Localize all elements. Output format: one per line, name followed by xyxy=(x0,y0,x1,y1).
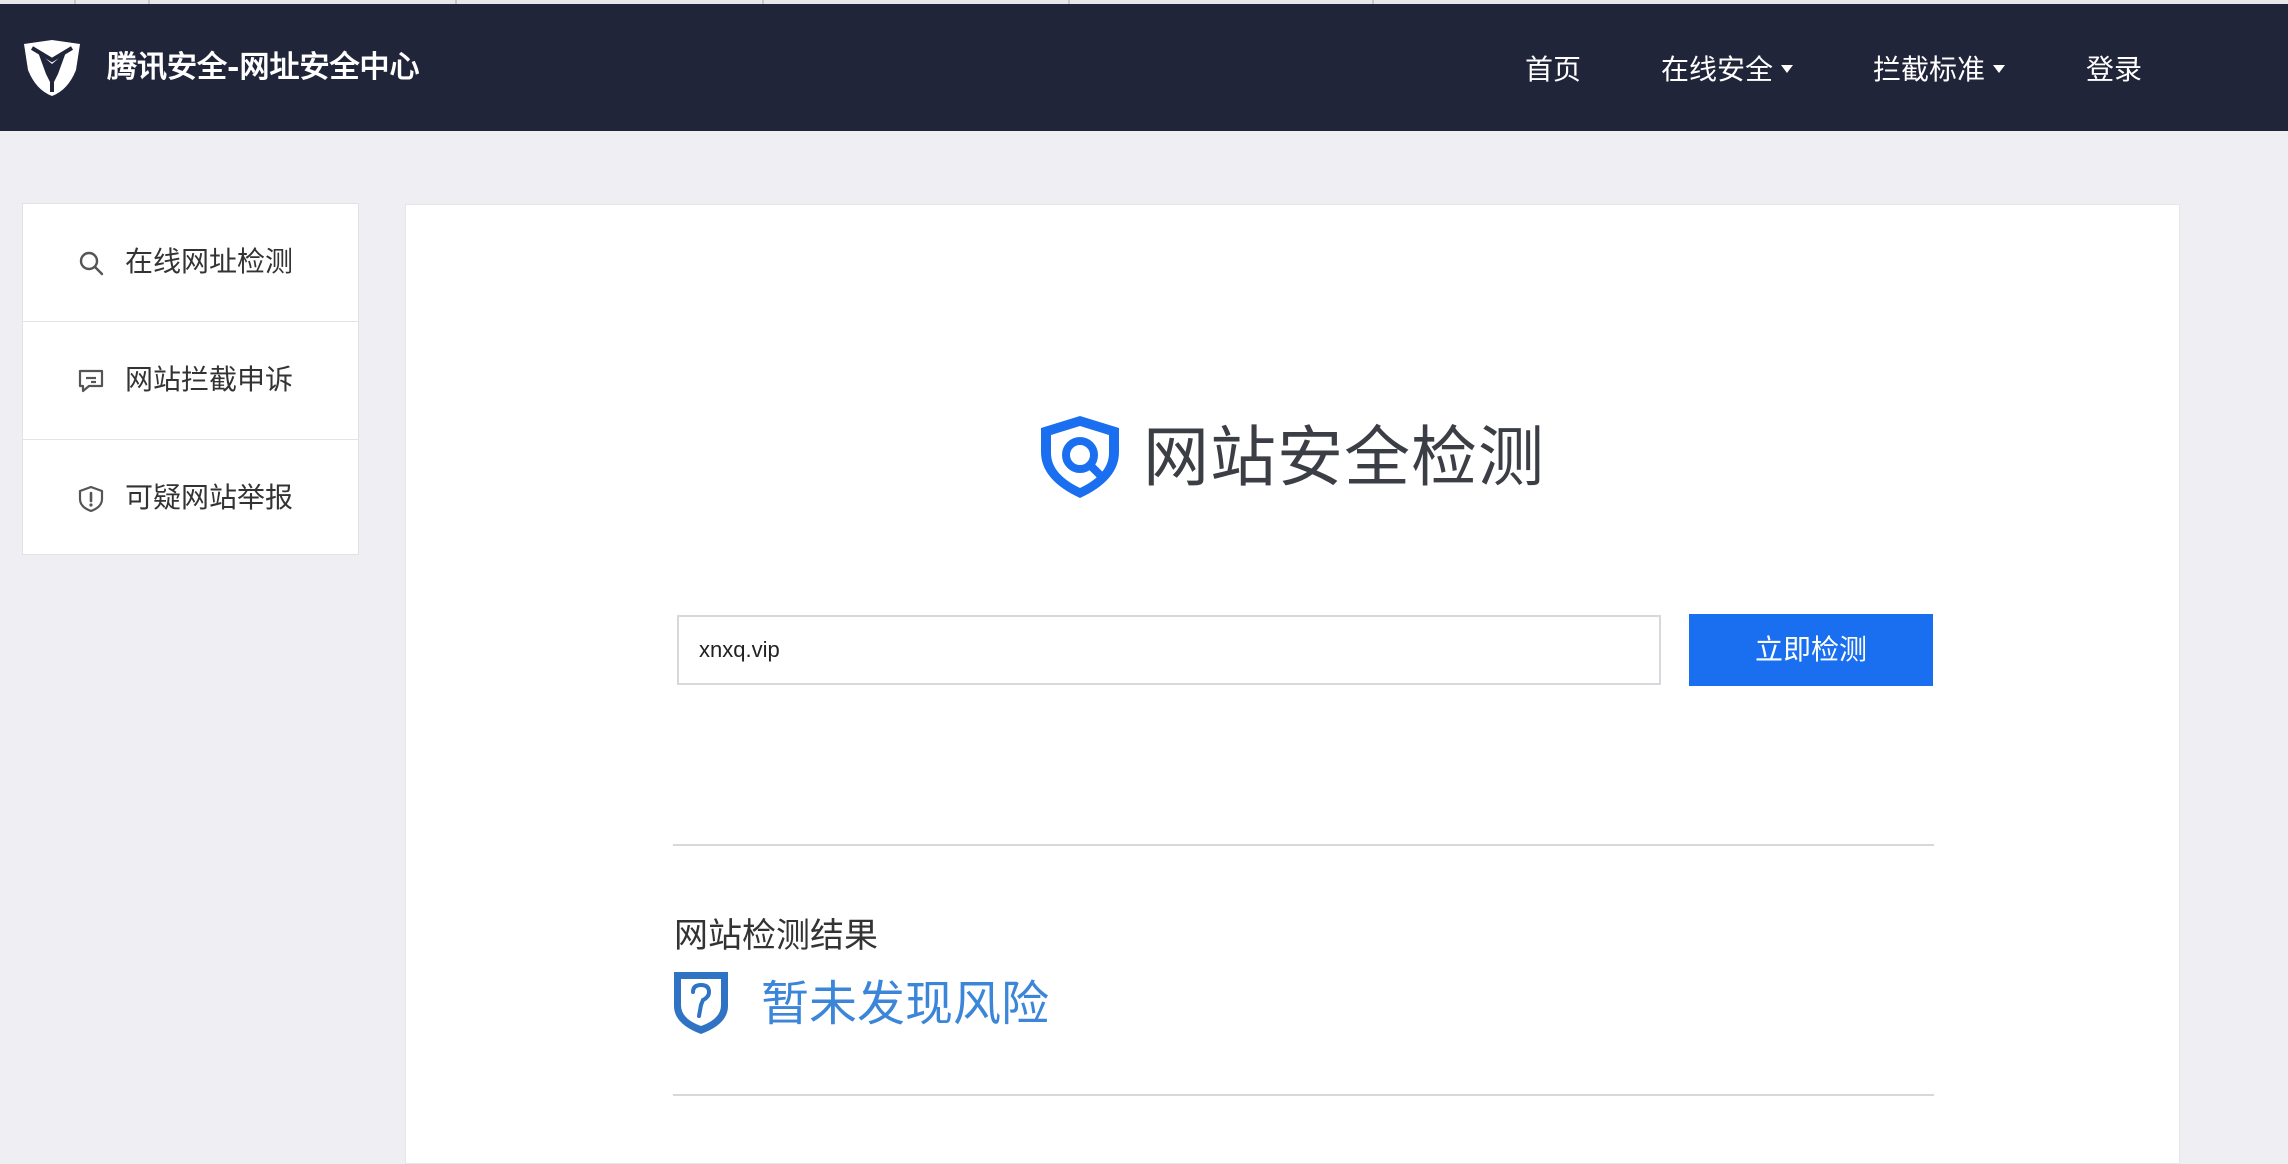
nav-item-label: 登录 xyxy=(2086,53,2143,86)
chevron-down-icon xyxy=(1993,65,2006,73)
divider xyxy=(673,844,1934,846)
sidebar-item-url-check[interactable]: 在线网址检测 xyxy=(23,204,358,321)
shield-alert-icon xyxy=(78,485,104,513)
site-header: 腾讯安全-网址安全中心 首页 在线安全 拦截标准 登录 xyxy=(0,4,2288,131)
sidebar: 在线网址检测 网站拦截申诉 可疑网站举报 xyxy=(22,203,359,555)
url-input[interactable] xyxy=(677,615,1661,685)
nav-item-login[interactable]: 登录 xyxy=(2086,52,2142,88)
message-icon xyxy=(78,369,104,393)
nav-item-online-security[interactable]: 在线安全 xyxy=(1661,52,1794,88)
page-title: 网站安全检测 xyxy=(1143,419,1545,496)
search-icon xyxy=(79,251,104,276)
tencent-security-logo-icon[interactable] xyxy=(18,34,86,100)
site-title[interactable]: 腾讯安全-网址安全中心 xyxy=(107,48,419,88)
sidebar-item-label: 可疑网站举报 xyxy=(125,481,294,514)
nav-item-label: 首页 xyxy=(1525,53,1582,86)
check-now-button[interactable]: 立即检测 xyxy=(1689,614,1933,686)
sidebar-item-report[interactable]: 可疑网站举报 xyxy=(23,440,358,557)
nav-item-interception-standards[interactable]: 拦截标准 xyxy=(1873,52,2006,88)
result-heading: 网站检测结果 xyxy=(674,916,878,956)
nav-item-label: 在线安全 xyxy=(1661,53,1774,86)
divider xyxy=(673,1094,1934,1096)
nav-item-home[interactable]: 首页 xyxy=(1525,52,1581,88)
result-status-text: 暂未发现风险 xyxy=(761,976,1050,1032)
shield-search-icon xyxy=(1041,416,1119,498)
chevron-down-icon xyxy=(1781,65,1794,73)
sidebar-item-appeal[interactable]: 网站拦截申诉 xyxy=(23,322,358,439)
shield-question-icon xyxy=(674,972,728,1034)
sidebar-item-label: 在线网址检测 xyxy=(125,245,294,278)
nav-item-label: 拦截标准 xyxy=(1873,53,1986,86)
sidebar-item-label: 网站拦截申诉 xyxy=(125,363,294,396)
